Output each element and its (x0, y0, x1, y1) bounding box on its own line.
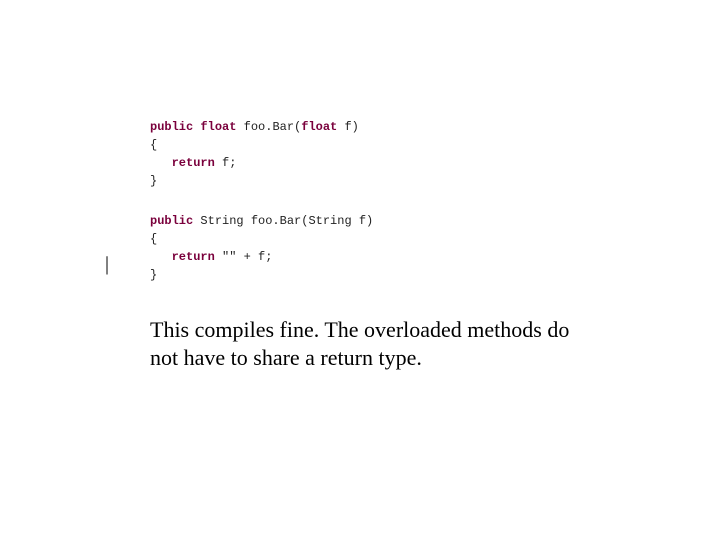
code-block-1: public float foo.Bar(float f) { return f… (150, 118, 580, 190)
keyword-return: return (172, 156, 215, 170)
brace-open: { (150, 232, 157, 246)
slide: | public float foo.Bar(float f) { return… (0, 0, 720, 540)
code-text: f; (215, 156, 237, 170)
code-text: foo.Bar( (236, 120, 301, 134)
text-cursor: | (105, 253, 109, 276)
caption-text: This compiles fine. The overloaded metho… (150, 316, 580, 371)
keyword-float: float (200, 120, 236, 134)
brace-close: } (150, 174, 157, 188)
brace-open: { (150, 138, 157, 152)
keyword-public: public (150, 120, 193, 134)
brace-close: } (150, 268, 157, 282)
keyword-public: public (150, 214, 193, 228)
code-text: String foo.Bar(String f) (193, 214, 373, 228)
code-text: "" + f; (215, 250, 273, 264)
code-area: public float foo.Bar(float f) { return f… (150, 118, 580, 306)
code-block-2: public String foo.Bar(String f) { return… (150, 212, 580, 284)
keyword-return: return (172, 250, 215, 264)
keyword-float: float (301, 120, 337, 134)
code-text: f) (337, 120, 359, 134)
